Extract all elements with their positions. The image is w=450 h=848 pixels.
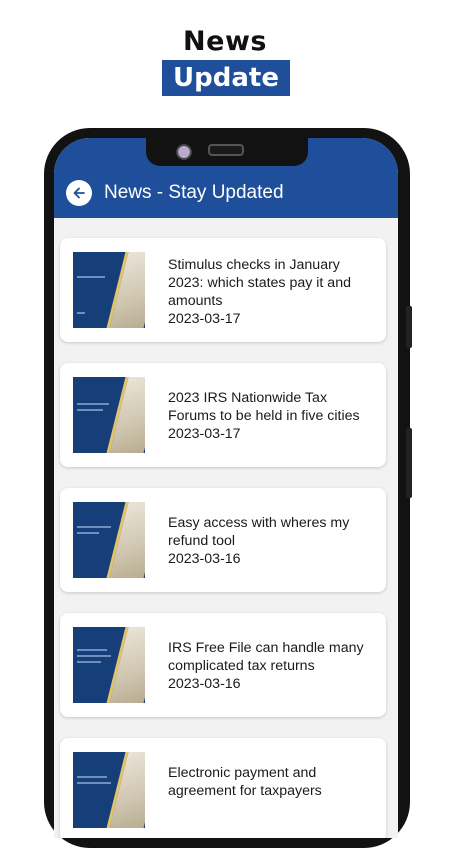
news-title: Electronic payment and agreement for tax… [168,765,322,799]
news-headline: Stimulus checks in January 2023: which s… [168,256,378,328]
app-bar: News - Stay Updated [54,138,398,218]
news-date: 2023-03-17 [168,311,241,327]
news-thumbnail [73,377,145,453]
news-card[interactable]: Easy access with wheres my refund tool 2… [60,488,386,592]
news-date: 2023-03-16 [168,551,241,567]
news-thumbnail [73,252,145,328]
camera-notch [146,138,308,166]
back-button[interactable] [66,180,92,206]
volume-button [406,306,412,348]
news-headline: Electronic payment and agreement for tax… [168,764,378,800]
news-title: Stimulus checks in January 2023: which s… [168,257,351,309]
news-title: Easy access with wheres my refund tool [168,515,350,549]
news-card[interactable]: Electronic payment and agreement for tax… [60,738,386,838]
phone-screen: News - Stay Updated Stimulus checks in J… [54,138,398,838]
news-card[interactable]: 2023 IRS Nationwide Tax Forums to be hel… [60,363,386,467]
news-headline: 2023 IRS Nationwide Tax Forums to be hel… [168,389,378,443]
news-thumbnail [73,752,145,828]
news-title: IRS Free File can handle many complicate… [168,640,364,674]
news-title: 2023 IRS Nationwide Tax Forums to be hel… [168,390,360,424]
news-thumbnail [73,502,145,578]
news-card[interactable]: IRS Free File can handle many complicate… [60,613,386,717]
promo-badge: Update [162,60,290,96]
app-bar-title: News - Stay Updated [104,182,284,203]
news-card[interactable]: Stimulus checks in January 2023: which s… [60,238,386,342]
promo-title: News [183,26,267,57]
arrow-left-icon [73,187,85,199]
news-date: 2023-03-16 [168,676,241,692]
earpiece-speaker [208,144,244,156]
news-headline: IRS Free File can handle many complicate… [168,639,378,693]
news-date: 2023-03-17 [168,426,241,442]
power-button [406,428,412,498]
front-camera-icon [176,144,192,160]
news-headline: Easy access with wheres my refund tool 2… [168,514,378,568]
news-thumbnail [73,627,145,703]
